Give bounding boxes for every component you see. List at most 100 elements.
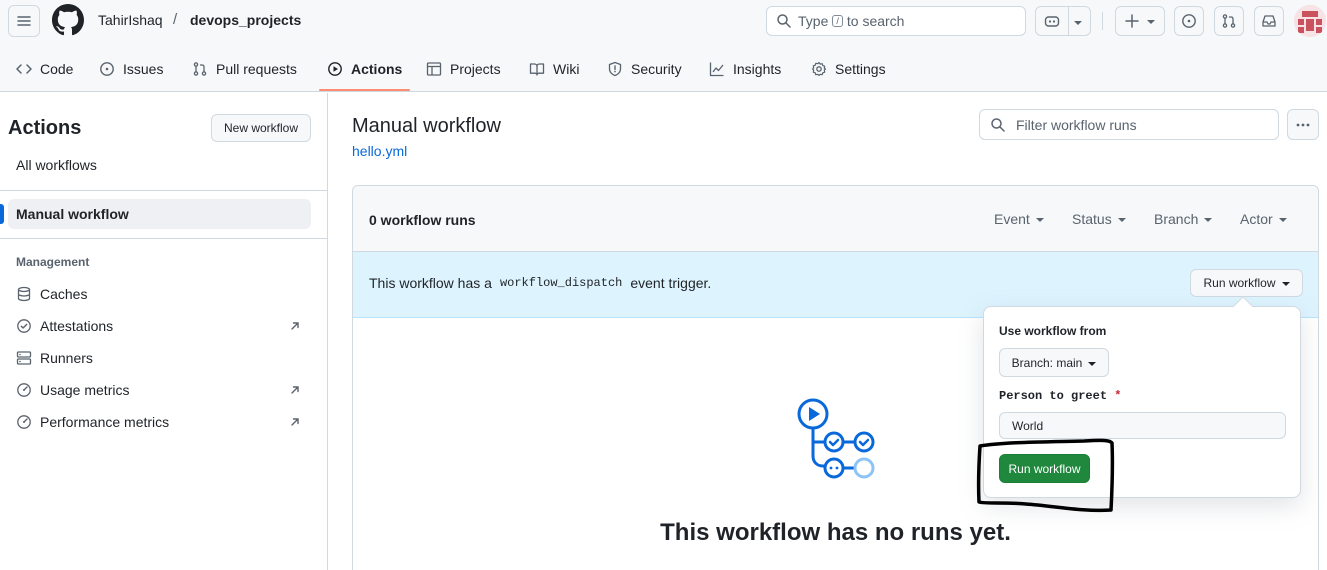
annotation-highlight xyxy=(976,438,1115,513)
tab-security[interactable]: Security xyxy=(607,46,682,92)
workflow-file-link[interactable]: hello.yml xyxy=(352,143,407,159)
plus-icon xyxy=(1125,14,1139,28)
sidebar-item-label: Attestations xyxy=(40,318,114,334)
filter-label: Actor xyxy=(1240,211,1273,227)
active-tab-indicator xyxy=(319,89,410,91)
sidebar-item-label: Performance metrics xyxy=(40,414,170,430)
search-suffix: to search xyxy=(846,13,905,29)
input-label: Person to greet xyxy=(999,389,1108,403)
issue-icon xyxy=(1182,14,1196,28)
sidebar: Actions New workflow All workflows Manua… xyxy=(0,93,328,570)
pull-requests-button[interactable] xyxy=(1214,6,1244,36)
breadcrumb-repo[interactable]: devops_projects xyxy=(190,12,301,28)
event-filter[interactable]: Event xyxy=(994,211,1044,227)
chevron-down-icon xyxy=(1204,218,1213,222)
required-marker: * xyxy=(1114,389,1122,403)
gear-icon xyxy=(811,61,827,77)
menu-button[interactable] xyxy=(8,5,40,37)
repo-nav: Code Issues Pull requests Actions Projec… xyxy=(0,46,1327,92)
tab-pull-requests[interactable]: Pull requests xyxy=(192,46,297,92)
copilot-icon xyxy=(1044,16,1060,27)
server-icon xyxy=(16,351,32,365)
table-icon xyxy=(426,62,442,76)
hamburger-icon xyxy=(17,16,31,26)
tab-label: Projects xyxy=(450,61,501,77)
active-item-indicator xyxy=(0,204,4,224)
sidebar-item-all-workflows[interactable]: All workflows xyxy=(16,157,97,173)
tab-actions[interactable]: Actions xyxy=(327,46,402,92)
github-logo-icon[interactable] xyxy=(52,4,84,36)
runs-header: 0 workflow runs Event Status Branch Acto… xyxy=(353,186,1318,252)
filter-label: Branch xyxy=(1154,211,1199,227)
inbox-icon xyxy=(1262,15,1276,27)
tab-label: Actions xyxy=(351,61,403,77)
external-link-icon xyxy=(291,418,299,426)
person-to-greet-label: Person to greet * xyxy=(999,389,1121,403)
branch-select[interactable]: Branch: main xyxy=(999,348,1109,377)
divider xyxy=(0,238,327,239)
tab-code[interactable]: Code xyxy=(16,46,73,92)
create-new-button[interactable] xyxy=(1115,6,1165,36)
tab-insights[interactable]: Insights xyxy=(709,46,781,92)
tab-label: Wiki xyxy=(553,61,580,77)
external-link-icon xyxy=(291,322,299,330)
tab-projects[interactable]: Projects xyxy=(426,46,501,92)
more-options-button[interactable] xyxy=(1287,109,1319,140)
inbox-button[interactable] xyxy=(1254,6,1284,36)
sidebar-title: Actions xyxy=(8,117,82,139)
pull-request-icon xyxy=(1222,14,1236,28)
breadcrumb-owner[interactable]: TahirIshaq xyxy=(98,12,163,28)
dispatch-message: This workflow has a workflow_dispatch ev… xyxy=(369,275,711,291)
chevron-down-icon xyxy=(1281,282,1290,286)
sidebar-item-caches[interactable]: Caches xyxy=(16,284,306,304)
runs-count: 0 workflow runs xyxy=(369,212,476,228)
verified-icon xyxy=(17,319,31,333)
filter-label: Event xyxy=(994,211,1030,227)
run-workflow-dropdown-button[interactable]: Run workflow xyxy=(1190,269,1303,297)
branch-filter[interactable]: Branch xyxy=(1154,211,1213,227)
branch-label: Branch: main xyxy=(1011,355,1083,370)
chevron-down-icon xyxy=(1278,218,1287,222)
database-icon xyxy=(17,286,31,302)
dispatch-code: workflow_dispatch xyxy=(499,276,623,290)
tab-wiki[interactable]: Wiki xyxy=(529,46,579,92)
search-input[interactable]: Type / to search xyxy=(766,6,1026,36)
copilot-button[interactable] xyxy=(1035,6,1091,36)
sidebar-item-label: Runners xyxy=(40,350,93,366)
top-bar: TahirIshaq / devops_projects Type / to s… xyxy=(0,0,1327,42)
sidebar-item-attestations[interactable]: Attestations xyxy=(16,316,306,336)
search-shortcut-key: / xyxy=(832,15,843,27)
tab-label: Pull requests xyxy=(216,61,297,77)
actor-filter[interactable]: Actor xyxy=(1240,211,1287,227)
person-to-greet-input[interactable]: World xyxy=(999,412,1286,439)
breadcrumb-separator: / xyxy=(173,11,178,28)
sidebar-item-runners[interactable]: Runners xyxy=(16,348,306,368)
issues-button[interactable] xyxy=(1174,6,1204,36)
search-prefix: Type xyxy=(798,13,829,29)
tab-issues[interactable]: Issues xyxy=(99,46,163,92)
sidebar-item-label: Usage metrics xyxy=(40,382,130,398)
status-filter[interactable]: Status xyxy=(1072,211,1126,227)
meter-icon xyxy=(17,383,31,397)
tab-label: Issues xyxy=(123,61,164,77)
tab-settings[interactable]: Settings xyxy=(811,46,886,92)
chevron-down-icon xyxy=(1117,218,1126,222)
chevron-down-icon xyxy=(1074,21,1082,25)
book-icon xyxy=(529,63,545,76)
sidebar-item-label: Caches xyxy=(40,286,88,302)
kebab-horizontal-icon xyxy=(1296,123,1310,126)
filter-label: Status xyxy=(1072,211,1112,227)
sidebar-item-performance-metrics[interactable]: Performance metrics xyxy=(16,412,306,432)
empty-state-title: This workflow has no runs yet. xyxy=(660,519,1011,546)
button-label: Run workflow xyxy=(1203,276,1276,290)
graph-icon xyxy=(709,62,724,77)
filter-runs-input[interactable]: Filter workflow runs xyxy=(979,109,1279,140)
chevron-down-icon xyxy=(1088,361,1097,366)
tab-label: Code xyxy=(40,61,74,77)
dispatch-prefix: This workflow has a xyxy=(369,275,492,291)
code-icon xyxy=(16,64,32,74)
new-workflow-button[interactable]: New workflow xyxy=(211,114,311,142)
sidebar-item-label: Manual workflow xyxy=(16,206,129,222)
avatar[interactable] xyxy=(1294,5,1326,37)
sidebar-item-usage-metrics[interactable]: Usage metrics xyxy=(16,380,306,400)
